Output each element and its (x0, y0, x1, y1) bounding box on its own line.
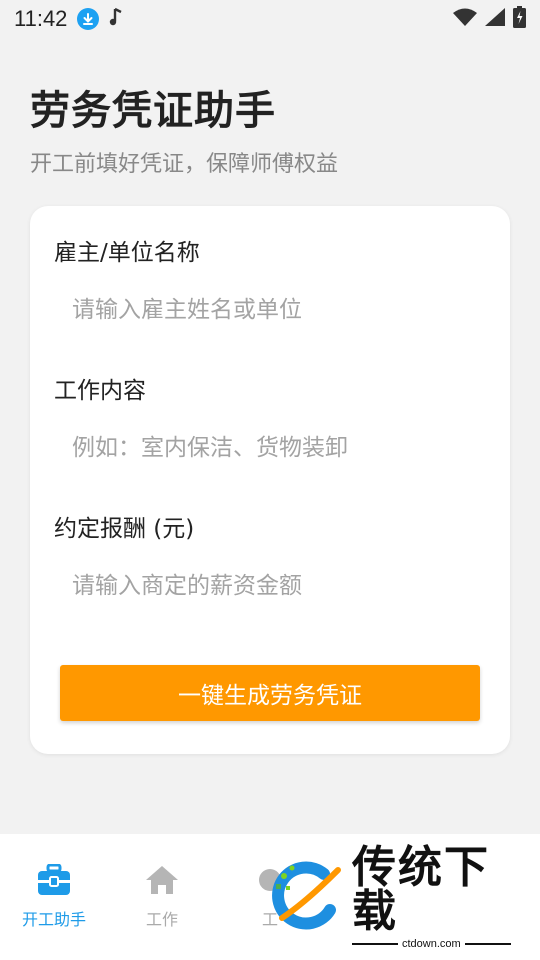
home-icon (145, 864, 179, 900)
watermark-divider-left (352, 943, 398, 945)
watermark-text: 传统下载 ctdown.com (352, 846, 518, 950)
nav-item-work[interactable]: 工作 (108, 864, 216, 930)
work-content-label: 工作内容 (54, 378, 146, 404)
pay-label: 约定报酬 (元) (54, 516, 195, 542)
generate-voucher-button[interactable]: 一键生成劳务凭证 (60, 665, 480, 721)
status-time: 11:42 (14, 6, 68, 31)
music-note-icon (109, 7, 123, 31)
watermark-brand: 传统下载 (352, 842, 490, 937)
form-card: 雇主/单位名称 工作内容 约定报酬 (元) 一键生成劳务凭证 (30, 206, 510, 754)
battery-charging-icon (513, 6, 526, 32)
page-subtitle: 开工前填好凭证，保障师傅权益 (30, 152, 339, 177)
employer-label: 雇主/单位名称 (54, 240, 200, 266)
employer-input[interactable] (54, 283, 486, 337)
watermark-url: ctdown.com (402, 938, 461, 950)
pay-input[interactable] (54, 559, 486, 613)
watermark-logo: 传统下载 ctdown.com (268, 846, 518, 950)
download-badge-icon (77, 8, 100, 30)
nav-label-work-assistant: 开工助手 (21, 910, 86, 929)
nav-label-work: 工作 (145, 910, 178, 929)
status-bar: 11:42 (0, 0, 540, 38)
toolbox-icon (37, 863, 71, 900)
watermark-url-row: ctdown.com (352, 938, 518, 950)
status-right (453, 6, 526, 32)
wifi-icon (453, 8, 477, 30)
cell-signal-icon (485, 8, 505, 30)
status-left: 11:42 (14, 6, 123, 32)
work-content-input[interactable] (54, 421, 486, 475)
nav-item-work-assistant[interactable]: 开工助手 (0, 863, 108, 930)
page-title: 劳务凭证助手 (30, 88, 276, 134)
watermark-divider-right (464, 943, 511, 945)
ctdown-logo-icon (268, 858, 344, 938)
